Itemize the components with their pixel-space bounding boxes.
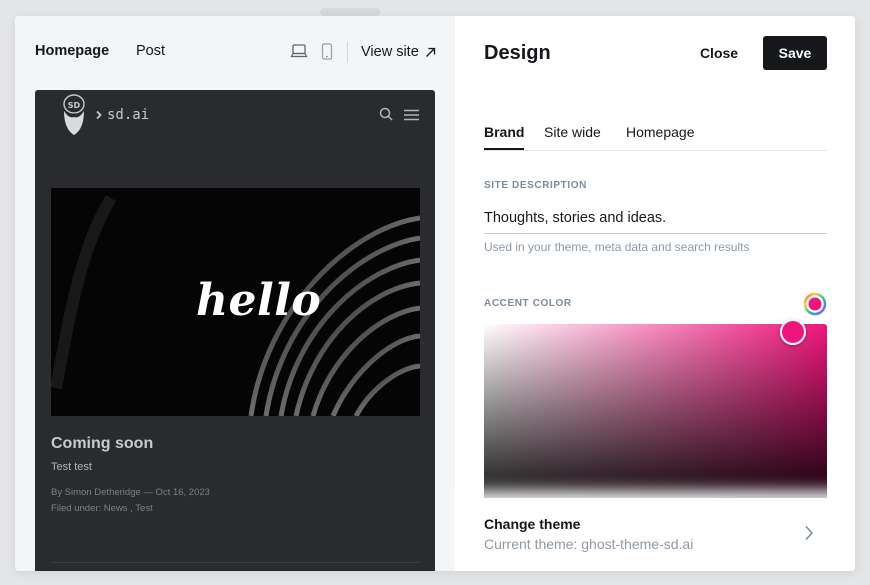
- site-description-label: SITE DESCRIPTION: [484, 180, 587, 191]
- post-tags: Filed under: News , Test: [51, 503, 153, 514]
- chevron-right-icon: [804, 525, 814, 546]
- search-icon[interactable]: [379, 107, 393, 126]
- hero-image-text: hello: [196, 275, 322, 326]
- page-title: Design: [484, 42, 551, 64]
- blog-site-name-text: sd.ai: [107, 107, 150, 123]
- post-title[interactable]: Coming soon: [51, 435, 153, 453]
- blog-site-name[interactable]: sd.ai: [95, 107, 149, 123]
- blog-preview-frame: SD sd.ai hello Coming soon Test test By …: [35, 90, 435, 571]
- settings-pane: Design Close Save Brand Site wide Homepa…: [455, 16, 855, 571]
- external-arrow-icon: [425, 47, 435, 57]
- design-settings-modal: Homepage Post View site SD sd.ai hello C…: [15, 16, 855, 571]
- desktop-icon[interactable]: [290, 43, 308, 64]
- view-site-link[interactable]: View site: [361, 44, 436, 60]
- toolbar-divider: [347, 42, 348, 63]
- post-divider: [51, 562, 420, 563]
- change-theme-title: Change theme: [484, 516, 581, 532]
- site-description-input[interactable]: [484, 202, 827, 234]
- close-button[interactable]: Close: [687, 36, 751, 70]
- save-button[interactable]: Save: [763, 36, 827, 70]
- color-swatch-icon[interactable]: [803, 292, 827, 321]
- mobile-icon[interactable]: [321, 43, 333, 65]
- preview-toolbar: Homepage Post View site: [15, 16, 455, 90]
- post-hero-image[interactable]: hello: [51, 188, 420, 416]
- preview-tab-homepage[interactable]: Homepage: [35, 43, 109, 59]
- post-excerpt: Test test: [51, 461, 92, 473]
- bearded-logo-icon: SD: [61, 93, 87, 142]
- tab-site-wide[interactable]: Site wide: [544, 124, 601, 148]
- accent-color-label: ACCENT COLOR: [484, 298, 572, 309]
- post-byline: By Simon Detheridge — Oct 16, 2023: [51, 487, 210, 498]
- color-picker-handle[interactable]: [780, 319, 806, 345]
- view-site-label: View site: [361, 44, 419, 60]
- site-description-hint: Used in your theme, meta data and search…: [484, 240, 750, 254]
- hamburger-menu-icon[interactable]: [404, 108, 419, 126]
- chevron-right-icon: [96, 110, 102, 120]
- tab-homepage[interactable]: Homepage: [626, 124, 695, 148]
- backdrop-decoration: [320, 8, 380, 16]
- tab-brand[interactable]: Brand: [484, 124, 525, 150]
- preview-tab-post[interactable]: Post: [136, 43, 165, 59]
- change-theme-row[interactable]: Change theme Current theme: ghost-theme-…: [455, 498, 855, 571]
- accent-color-picker[interactable]: [484, 319, 827, 514]
- settings-tabs: Brand Site wide Homepage: [484, 124, 827, 151]
- preview-pane: Homepage Post View site SD sd.ai hello C…: [15, 16, 455, 571]
- current-theme-text: Current theme: ghost-theme-sd.ai: [484, 536, 694, 552]
- logo-letters: SD: [68, 101, 81, 110]
